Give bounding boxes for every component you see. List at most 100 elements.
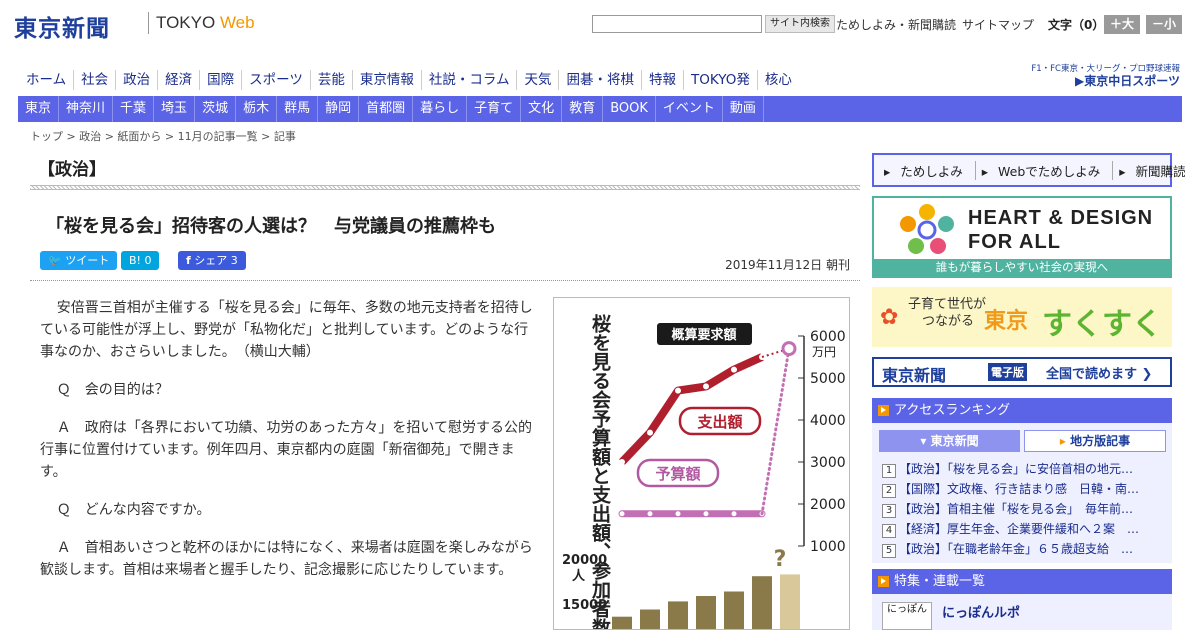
trial-link[interactable]: ▸ ためしよみ	[878, 161, 976, 180]
tweet-button[interactable]: 🐦 ツイート	[40, 251, 118, 270]
chunichi-sports-banner[interactable]: F1・FC東京・大リーグ・プロ野球速報 ▶東京中日スポーツ	[1010, 63, 1180, 87]
y-tick-label: 1000	[810, 539, 846, 555]
budget-label: 予算額	[655, 465, 700, 483]
ranking-item[interactable]: 2 【国際】文政権、行き詰まり感 日韓・南…	[882, 480, 1168, 498]
nav-item[interactable]: 社会	[73, 70, 115, 90]
sukusuku-title: すくすく	[1042, 307, 1162, 342]
region-item[interactable]: 首都圏	[359, 96, 414, 122]
region-item[interactable]: 栃木	[236, 96, 278, 122]
question-mark: ?	[774, 547, 787, 572]
arrow-icon: ▸	[1059, 434, 1066, 448]
region-item[interactable]: 埼玉	[154, 96, 196, 122]
heart-design-banner[interactable]: HEART & DESIGN FOR ALL 誰もが暮らしやすい社会の実現へ	[872, 196, 1172, 278]
participant-bar	[612, 616, 632, 629]
hatena-button[interactable]: B! 0	[121, 251, 160, 270]
nav-item[interactable]: スポーツ	[241, 70, 310, 90]
nav-item[interactable]: 東京情報	[351, 70, 421, 90]
request-label: 概算要求額	[671, 327, 736, 343]
count-tick-15000: 15000	[562, 598, 607, 613]
region-item[interactable]: 文化	[521, 96, 563, 122]
nav-item[interactable]: 天気	[516, 70, 558, 90]
ranking-tab-local[interactable]: ▸ 地方版記事	[1024, 430, 1166, 452]
nav-item[interactable]: 芸能	[309, 70, 352, 90]
nav-item[interactable]: 社説・コラム	[420, 70, 517, 90]
breadcrumb[interactable]: トップ > 政治 > 紙面から > 11月の記事一覧 > 記事	[30, 128, 296, 144]
sukusuku-banner[interactable]: ✿ 子育て世代が つながる 東京 すくすく	[872, 287, 1172, 347]
chunichi-line2: ▶東京中日スポーツ	[1075, 74, 1180, 88]
region-item[interactable]: BOOK	[603, 96, 656, 122]
ranking-tab-tokyo[interactable]: ▾ 東京新聞	[879, 430, 1020, 452]
region-item[interactable]: 神奈川	[59, 96, 114, 122]
region-item[interactable]: 群馬	[277, 96, 319, 122]
region-item[interactable]: 子育て	[467, 96, 522, 122]
participant-bar	[724, 591, 744, 629]
sukusuku-tokyo: 東京	[984, 308, 1029, 334]
nav-item[interactable]: 囲碁・将棋	[558, 70, 641, 90]
article-divider	[30, 280, 860, 281]
ranking-item-text: 【国際】文政権、行き詰まり感 日韓・南…	[899, 482, 1140, 496]
main-nav: ホーム 社会 政治 経済 国際 スポーツ 芸能 東京情報 社説・コラム 天気 囲碁・将棋 特報 TOKY…	[18, 70, 799, 94]
region-item[interactable]: 東京	[18, 96, 60, 122]
subscribe-link[interactable]: ためしよみ・新聞購読	[836, 18, 956, 32]
search-button[interactable]: サイト内検索	[765, 15, 835, 33]
section-divider	[30, 185, 860, 190]
chart-title: 桜を見る会予算額と支出額、参加者数	[589, 313, 612, 630]
rank-number: 2	[882, 484, 896, 498]
ranking-item[interactable]: 5 【政治】「在職老齢年金」６５歳超支給 …	[882, 540, 1168, 558]
region-item[interactable]: イベント	[656, 96, 723, 122]
budget-point	[675, 511, 681, 517]
nav-item[interactable]: TOKYO発	[682, 70, 757, 90]
tokyo-web-logo[interactable]: TOKYO Web	[156, 13, 255, 33]
ranking-item-text: 【政治】「在職老齢年金」６５歳超支給 …	[899, 542, 1134, 556]
region-item[interactable]: 静岡	[318, 96, 360, 122]
search-input[interactable]	[592, 15, 762, 33]
participant-bar	[752, 576, 772, 629]
region-item[interactable]: 千葉	[113, 96, 155, 122]
region-item[interactable]: 茨城	[195, 96, 237, 122]
budget-connector	[760, 347, 791, 516]
facebook-share-button[interactable]: f シェア 3	[178, 251, 246, 270]
chart-title-text: 桜を見る会予算額と支出額、参加者数	[589, 313, 612, 630]
logo-sub-text: TOKYO	[156, 13, 220, 32]
site-logo[interactable]: 東京新聞	[14, 9, 110, 43]
font-larger-button[interactable]: ＋大	[1104, 15, 1140, 34]
epaper-tag: 電子版	[988, 363, 1027, 381]
ranking-item[interactable]: 1 【政治】「桜を見る会」に安倍首相の地元…	[882, 460, 1168, 478]
ranking-item[interactable]: 3 【政治】首相主催「桜を見る会」 毎年前…	[882, 500, 1168, 518]
region-item[interactable]: 動画	[723, 96, 764, 122]
sitemap-link[interactable]: サイトマップ	[962, 18, 1034, 32]
heart-title: HEART & DESIGN FOR ALL	[968, 206, 1153, 254]
nav-item[interactable]: 政治	[115, 70, 157, 90]
nav-item[interactable]: 国際	[199, 70, 241, 90]
nav-item[interactable]: 経済	[157, 70, 199, 90]
count-unit: 人	[572, 568, 586, 584]
epaper-banner[interactable]: 東京新聞 電子版 全国で読めます ❯	[872, 357, 1172, 387]
logo-divider	[148, 12, 149, 34]
y-tick-label: 3000	[810, 455, 846, 471]
rank-number: 4	[882, 524, 896, 538]
participant-bars	[612, 574, 800, 629]
ranking-panel: ▾ 東京新聞 ▸ 地方版記事 1 【政治】「桜を見る会」に安倍首相の地元… 2 【国…	[872, 423, 1172, 563]
article-paragraph: 安倍晋三首相が主催する「桜を見る会」に毎年、多数の地元支持者を招待している可能性…	[40, 300, 533, 360]
nav-item[interactable]: ホーム	[18, 70, 73, 90]
heart-design-logo	[900, 204, 954, 254]
trial-label: ためしよみ	[900, 164, 963, 179]
budget-point	[619, 511, 625, 517]
nav-item[interactable]: 核心	[756, 70, 799, 90]
font-smaller-button[interactable]: －小	[1146, 15, 1182, 34]
y-tick-label: 6000	[810, 329, 846, 345]
nippon-thumbnail[interactable]: にっぽん	[882, 602, 932, 630]
article-paragraph: Ａ 首相あいさつと乾杯のほかには特になく、来場者は庭園を楽しみながら歓談します。…	[40, 540, 533, 578]
nav-item[interactable]: 特報	[640, 70, 683, 90]
ranking-item[interactable]: 4 【経済】厚生年金、企業要件緩和へ２案 …	[882, 520, 1168, 538]
rank-number: 3	[882, 504, 896, 518]
subscribe-link[interactable]: ▸ 新聞購読	[1113, 161, 1197, 180]
section-title: 【政治】	[38, 160, 106, 180]
article-headline: 「桜を見る会」招待客の人選は？ 与党議員の推薦枠も	[46, 216, 496, 237]
nippon-link[interactable]: にっぽんルポ	[942, 602, 1020, 621]
participant-bar	[640, 609, 660, 629]
article-date: 2019年11月12日 朝刊	[725, 258, 850, 272]
region-item[interactable]: 教育	[562, 96, 604, 122]
web-trial-link[interactable]: ▸ Webでためしよみ	[976, 161, 1114, 180]
region-item[interactable]: 暮らし	[413, 96, 468, 122]
